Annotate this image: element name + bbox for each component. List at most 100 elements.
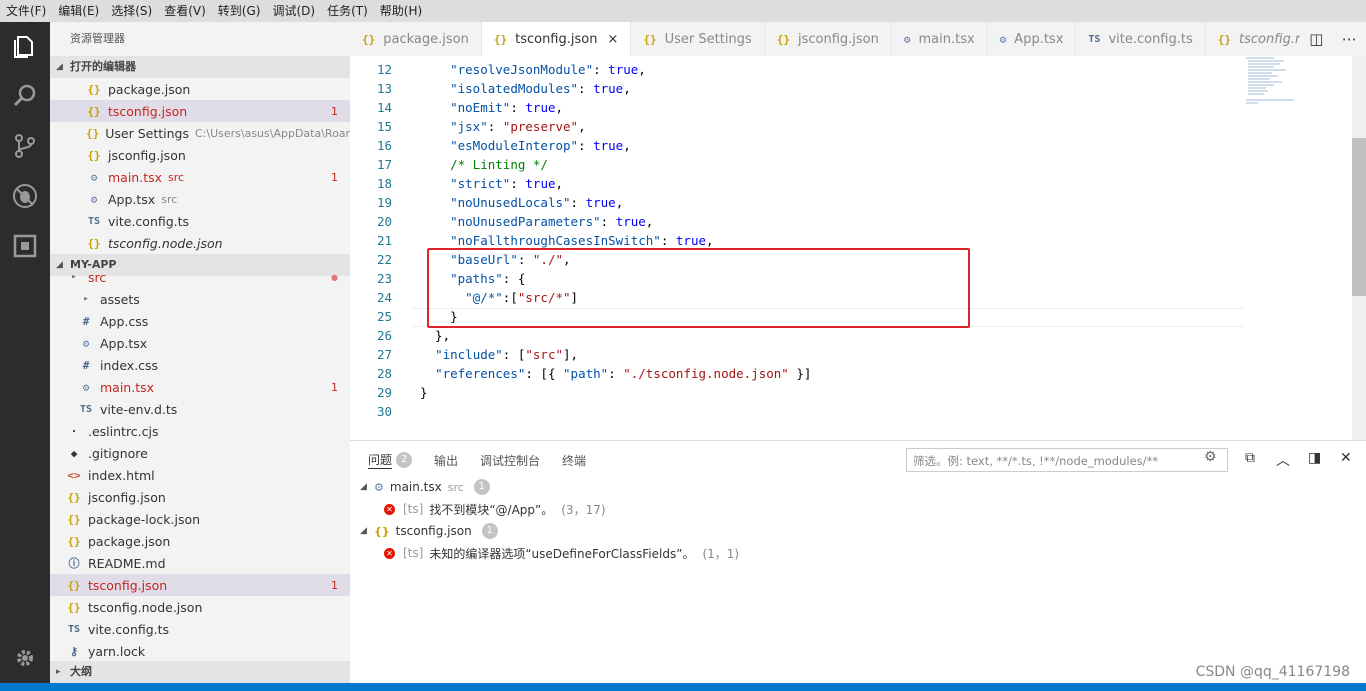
file-item[interactable]: ◆ .gitignore xyxy=(50,442,350,464)
file-item[interactable]: TS vite-env.d.ts xyxy=(50,398,350,420)
line-number: 13 xyxy=(376,81,392,96)
file-item[interactable]: ⓘ README.md xyxy=(50,552,350,574)
problem-count-badge: 1 xyxy=(331,170,338,184)
tab-label: main.tsx xyxy=(918,31,975,47)
file-item[interactable]: {} tsconfig.node.json xyxy=(50,232,350,254)
line-number: 30 xyxy=(376,404,392,419)
file-item[interactable]: TS vite.config.ts xyxy=(50,618,350,640)
ts-file-icon: TS xyxy=(87,215,101,227)
debug-icon[interactable] xyxy=(0,172,50,220)
vertical-scrollbar[interactable] xyxy=(1352,56,1366,440)
panel-tab[interactable]: 终端 xyxy=(562,452,586,469)
problems-filter-input[interactable]: 筛选。例: text, **/*.ts, !**/node_modules/** xyxy=(906,448,1228,472)
file-item[interactable]: # index.css xyxy=(50,354,350,376)
minimap[interactable] xyxy=(1244,56,1300,116)
file-name: tsconfig.node.json xyxy=(88,599,203,615)
tab-main-tsx[interactable]: ⚙ main.tsx xyxy=(892,22,988,56)
code-line: 26 }, xyxy=(350,326,1230,345)
menu-item[interactable]: 选择(S) xyxy=(105,0,158,22)
file-item[interactable]: # App.css xyxy=(50,310,350,332)
tab-tsconfig-json[interactable]: {} tsconfig.json × xyxy=(481,22,632,56)
tab-app-tsx[interactable]: ⚙ App.tsx xyxy=(988,22,1077,56)
file-item[interactable]: ⚙ App.tsx src xyxy=(50,188,350,210)
menu-item[interactable]: 帮助(H) xyxy=(374,0,428,22)
panel-tab[interactable]: 问题 2 xyxy=(368,451,413,469)
file-item[interactable]: ⚙ main.tsx 1 xyxy=(50,376,350,398)
outline-header[interactable]: ▸ 大纲 xyxy=(50,661,350,683)
tab-label: User Settings xyxy=(664,31,752,47)
problem-file-path: src xyxy=(447,480,464,494)
file-name: main.tsx xyxy=(100,379,155,395)
code-line: 13 "isolatedModules": true, xyxy=(350,79,1230,98)
json-file-icon: {} xyxy=(67,490,81,504)
problem-item[interactable]: ✕ [ts] 未知的编译器选项“useDefineForClassFields”。 (… xyxy=(384,542,739,564)
toggle-panel-icon[interactable]: ◨ xyxy=(1308,450,1321,466)
gear-file-icon: ⚙ xyxy=(90,170,98,184)
menu-item[interactable]: 编辑(E) xyxy=(52,0,105,22)
file-item[interactable]: ▸ assets xyxy=(50,288,350,310)
tab-jsconfig-json[interactable]: {} jsconfig.json xyxy=(765,22,892,56)
chevron-right-icon: ▸ xyxy=(56,667,61,677)
folder-file-icon: ▸ xyxy=(71,272,77,282)
menu-item[interactable]: 转到(G) xyxy=(212,0,267,22)
file-item[interactable]: {} package-lock.json xyxy=(50,508,350,530)
file-item[interactable]: ⚙ App.tsx xyxy=(50,332,350,354)
file-item[interactable]: ▸ src ● xyxy=(50,266,350,288)
collapse-all-icon[interactable]: ⧉ xyxy=(1245,450,1255,466)
json-file-icon: {} xyxy=(362,32,376,46)
explorer-icon[interactable] xyxy=(0,22,50,70)
open-editors-header[interactable]: ◢ 打开的编辑器 xyxy=(50,56,350,78)
annotation-highlight-box xyxy=(427,248,970,328)
panel-tab[interactable]: 输出 xyxy=(434,452,458,469)
source-control-icon[interactable] xyxy=(0,122,50,170)
tab-package-json[interactable]: {} package.json xyxy=(350,22,482,56)
scrollbar-thumb[interactable] xyxy=(1352,138,1366,296)
line-number: 16 xyxy=(376,138,392,153)
file-item[interactable]: <> index.html xyxy=(50,464,350,486)
file-description: src xyxy=(161,192,178,206)
file-item[interactable]: {} tsconfig.json 1 xyxy=(50,100,350,122)
gear-file-icon: ⚙ xyxy=(903,32,911,46)
file-item[interactable]: {} package.json xyxy=(50,530,350,552)
chevron-up-icon[interactable]: ︿ xyxy=(1276,450,1290,470)
close-icon[interactable]: × xyxy=(607,32,618,47)
filter-settings-icon[interactable]: ⚙ xyxy=(1204,449,1217,465)
file-item[interactable]: TS vite.config.ts xyxy=(50,210,350,232)
file-item[interactable]: {} tsconfig.node.json xyxy=(50,596,350,618)
problem-source: [ts] xyxy=(403,546,424,560)
chevron-down-icon: ◢ xyxy=(56,62,63,72)
close-panel-icon[interactable]: ✕ xyxy=(1340,450,1352,466)
tab-user-settings[interactable]: {} User Settings xyxy=(631,22,765,56)
file-item[interactable]: {} tsconfig.json 1 xyxy=(50,574,350,596)
json-file-icon: {} xyxy=(1217,32,1232,46)
file-name: vite-env.d.ts xyxy=(100,401,178,417)
file-item[interactable]: {} package.json xyxy=(50,78,350,100)
search-icon[interactable] xyxy=(0,72,50,120)
editor-tabs: {} package.json {} tsconfig.json × {} User Set… xyxy=(350,22,1366,56)
split-editor-icon[interactable]: ◫ xyxy=(1309,30,1323,48)
menu-item[interactable]: 文件(F) xyxy=(0,0,52,22)
settings-gear-icon[interactable] xyxy=(0,634,50,682)
code-text: "references": [{ "path": "./tsconfig.nod… xyxy=(435,366,812,381)
code-editor[interactable]: 12 "resolveJsonModule": true, 13 "isolate… xyxy=(350,56,1366,440)
error-icon: ✕ xyxy=(384,503,395,515)
problem-group[interactable]: ◢ ⚙ main.tsx src 1 xyxy=(360,476,490,498)
file-item[interactable]: {} jsconfig.json xyxy=(50,486,350,508)
folder-file-icon: ▸ xyxy=(83,294,89,304)
gear-file-icon: ⚙ xyxy=(90,192,98,206)
file-item[interactable]: {} User Settings C:\Users\asus\AppData\Roa… xyxy=(50,122,350,144)
menu-item[interactable]: 任务(T) xyxy=(321,0,374,22)
problem-item[interactable]: ✕ [ts] 找不到模块“@/App”。 (3，17) xyxy=(384,498,606,520)
file-name: package.json xyxy=(88,533,171,549)
more-actions-icon[interactable]: ⋯ xyxy=(1342,30,1357,48)
file-item[interactable]: ⚙ main.tsx src 1 xyxy=(50,166,350,188)
extensions-icon[interactable] xyxy=(0,222,50,270)
panel-tab[interactable]: 调试控制台 xyxy=(480,452,540,469)
menu-item[interactable]: 查看(V) xyxy=(158,0,212,22)
tab-vite-config-ts[interactable]: TS vite.config.ts xyxy=(1076,22,1206,56)
file-item[interactable]: ⚷ yarn.lock xyxy=(50,640,350,662)
file-item[interactable]: · .eslintrc.cjs xyxy=(50,420,350,442)
menu-item[interactable]: 调试(D) xyxy=(266,0,321,22)
problem-group[interactable]: ◢ {} tsconfig.json 1 xyxy=(360,520,498,542)
file-item[interactable]: {} jsconfig.json xyxy=(50,144,350,166)
